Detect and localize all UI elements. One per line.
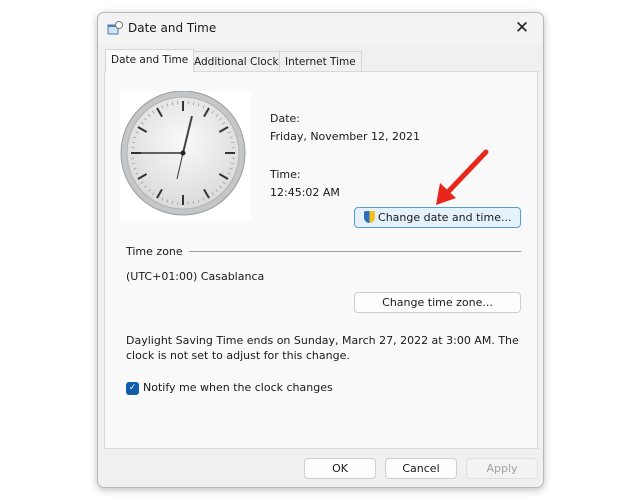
tab-date-and-time[interactable]: Date and Time: [105, 49, 195, 72]
annotation-arrow-icon: [436, 149, 489, 205]
